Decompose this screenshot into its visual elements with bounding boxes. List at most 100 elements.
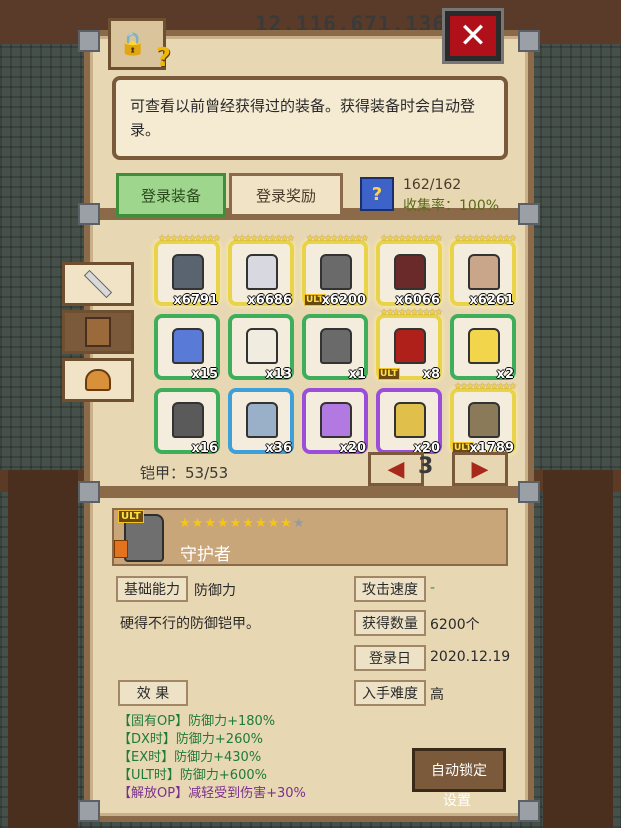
attack-speed-label: 攻击速度 xyxy=(354,576,426,602)
star-icon: ★ xyxy=(292,516,306,531)
star-icon: ★ xyxy=(242,516,255,531)
item-count: x6066 xyxy=(395,293,440,308)
item-count: x20 xyxy=(339,441,366,456)
star-icon: ★ xyxy=(280,516,293,531)
item-count: x6686 xyxy=(247,293,292,308)
equipment-slot[interactable]: x20 xyxy=(376,388,442,456)
background-post-left xyxy=(8,470,78,828)
equipment-slot[interactable]: x15 xyxy=(154,314,220,382)
item-count: x36 xyxy=(265,441,292,456)
item-name: 守护者 xyxy=(180,545,231,565)
equipment-slot[interactable]: x36 xyxy=(228,388,294,456)
star-rating: ★★★★★★★★★★ xyxy=(306,234,369,244)
armor-icon xyxy=(468,402,500,438)
item-detail-header: ULT ★★★★★★★★★★ 守护者 xyxy=(112,508,508,566)
star-rating: ★★★★★★★★★★ xyxy=(380,234,443,244)
equipment-slot[interactable]: x13 xyxy=(228,314,294,382)
helmet-icon xyxy=(85,369,111,391)
panel-bolt-icon xyxy=(78,800,100,822)
star-rating: ★★★★★★★★★★ xyxy=(179,516,306,531)
equipment-slot[interactable]: ★★★★★★★★★★ x6066 xyxy=(376,234,443,308)
equipment-slot[interactable]: x2 xyxy=(450,314,516,382)
item-count: x2 xyxy=(496,367,514,382)
armor-icon xyxy=(394,328,426,364)
equipment-grid: ★★★★★★★★★★ x6791 ★★★★★★★★★★ x6686 ★★★★★★★★★★… xyxy=(150,234,517,456)
lock-icon: 🔒 xyxy=(119,31,147,57)
item-count: x6261 xyxy=(469,293,514,308)
equipment-slot[interactable]: ★★★★★★★★★★ x6791 xyxy=(154,234,221,308)
star-rating: ★★★★★★★★★★ xyxy=(158,234,221,244)
armor-icon xyxy=(246,402,278,438)
description-box: 可查看以前曾经获得过的装备。获得装备时会自动登录。 xyxy=(112,76,508,160)
auto-lock-settings-label[interactable]: 设置 xyxy=(443,790,471,810)
equipment-slot[interactable]: ★★★★★★★★★★ x6686 xyxy=(228,234,295,308)
background-post-right xyxy=(543,470,613,828)
star-icon: ★ xyxy=(254,516,268,531)
sword-icon xyxy=(83,269,113,299)
question-mark-icon: ? xyxy=(155,43,171,73)
auto-lock-button[interactable]: 自动锁定 xyxy=(412,748,506,792)
effect-line: 【解放OP】减轻受到伤害+30% xyxy=(118,786,306,801)
effect-line: 【固有OP】防御力+180% xyxy=(118,714,276,729)
equipment-slot[interactable]: ★★★★★★★★★★ ULT x6200 xyxy=(302,234,369,308)
equipment-slot[interactable]: ★★★★★★★★★★ x6261 xyxy=(450,234,517,308)
left-arrow-icon: ◀ xyxy=(387,456,405,482)
attack-speed-value: - xyxy=(430,580,436,596)
panel-bolt-icon xyxy=(78,203,100,225)
close-icon: ✕ xyxy=(450,16,496,56)
armor-icon xyxy=(394,402,426,438)
obtained-count-value: 6200个 xyxy=(430,617,480,633)
armor-icon xyxy=(85,317,111,347)
obtained-count-label: 获得数量 xyxy=(354,610,426,636)
register-date-value: 2020.12.19 xyxy=(430,649,511,665)
armor-icon xyxy=(320,328,352,364)
armor-icon xyxy=(468,254,500,290)
collection-book-icon: ? xyxy=(360,177,394,211)
item-count: x6791 xyxy=(173,293,218,308)
shield-icon xyxy=(114,540,128,558)
item-count: x15 xyxy=(191,367,218,382)
category-armor-tab[interactable] xyxy=(62,310,134,354)
equipment-slot[interactable]: x1 xyxy=(302,314,368,382)
armor-icon xyxy=(172,254,204,290)
armor-icon xyxy=(320,254,352,290)
lock-help-button[interactable]: 🔒 ? xyxy=(108,18,171,73)
effect-line: 【DX时】防御力+260% xyxy=(118,732,263,747)
star-rating: ★★★★★★★★★★ xyxy=(380,308,443,318)
close-button[interactable]: ✕ xyxy=(442,8,504,64)
armor-icon xyxy=(320,402,352,438)
base-ability-value: 防御力 xyxy=(194,583,236,599)
star-icon: ★ xyxy=(267,516,281,531)
item-count: x16 xyxy=(191,441,218,456)
star-icon: ★ xyxy=(204,516,217,531)
ult-badge: ULT xyxy=(118,510,144,523)
category-helmet-tab[interactable] xyxy=(62,358,134,402)
star-icon: ★ xyxy=(179,516,192,531)
equipment-slot[interactable]: ★★★★★★★★★★ ULT x1789 xyxy=(450,382,517,456)
next-page-button[interactable]: ▶ xyxy=(452,452,508,486)
effect-label: 效 果 xyxy=(118,680,188,706)
tab-register-reward[interactable]: 登录奖励 xyxy=(229,173,343,217)
effect-line: 【ULT时】防御力+600% xyxy=(118,768,267,783)
item-count: x8 xyxy=(422,367,440,382)
prev-page-button[interactable]: ◀ xyxy=(368,452,424,486)
star-rating: ★★★★★★★★★★ xyxy=(454,382,517,392)
equipment-slot[interactable]: ★★★★★★★★★★ ULT x8 xyxy=(376,308,443,382)
armor-icon xyxy=(394,254,426,290)
star-icon: ★ xyxy=(191,516,205,531)
equipment-slot[interactable]: x20 xyxy=(302,388,368,456)
collection-rate: 收集率：100% xyxy=(403,198,500,214)
armor-icon xyxy=(246,254,278,290)
panel-bolt-icon xyxy=(518,481,540,503)
category-weapon-tab[interactable] xyxy=(62,262,134,306)
register-date-label: 登录日 xyxy=(354,645,426,671)
star-icon: ★ xyxy=(229,516,243,531)
armor-icon xyxy=(172,328,204,364)
star-icon: ★ xyxy=(216,516,230,531)
equipment-slot[interactable]: x16 xyxy=(154,388,220,456)
tab-register-equipment[interactable]: 登录装备 xyxy=(116,173,226,217)
armor-icon xyxy=(468,328,500,364)
difficulty-value: 高 xyxy=(430,687,444,703)
collection-count: 162/162 xyxy=(403,177,462,193)
panel-divider-bottom xyxy=(84,486,534,498)
